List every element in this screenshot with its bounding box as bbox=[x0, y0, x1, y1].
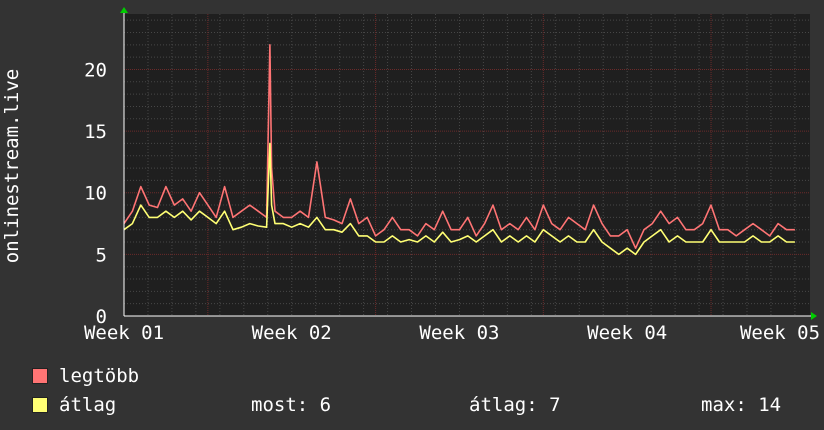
swatch-max bbox=[32, 368, 48, 384]
x-tick-label: Week 03 bbox=[419, 322, 499, 344]
x-ticks: Week 01 Week 02 Week 03 Week 04 Week 05 bbox=[84, 322, 820, 344]
y-tick-label: 5 bbox=[96, 244, 107, 266]
chart: 05101520 Week 01 Week 02 Week 03 Week 04 Wee… bbox=[1, 7, 820, 344]
stat-average: átlag: 7 bbox=[469, 394, 561, 416]
x-tick-label: Week 02 bbox=[252, 322, 332, 344]
y-tick-label: 15 bbox=[84, 121, 107, 143]
x-tick-label: Week 04 bbox=[587, 322, 667, 344]
x-tick-label: Week 05 bbox=[740, 322, 820, 344]
y-tick-label: 20 bbox=[84, 59, 107, 81]
plot-area bbox=[124, 14, 810, 316]
legend-label-max: legtöbb bbox=[59, 365, 140, 387]
x-tick-label: Week 01 bbox=[84, 322, 164, 344]
legend-row-avg: átlag most: 6 átlag: 7 max: 14 bbox=[32, 391, 812, 420]
legend: legtöbb átlag most: 6 átlag: 7 max: 14 bbox=[32, 362, 812, 420]
stat-max: max: 14 bbox=[701, 394, 782, 416]
y-axis-label: onlinestream.live bbox=[1, 69, 23, 263]
legend-row-max: legtöbb bbox=[32, 362, 812, 391]
y-tick-label: 10 bbox=[84, 183, 107, 205]
stat-current: most: 6 bbox=[251, 394, 332, 416]
legend-label-avg: átlag bbox=[59, 394, 117, 416]
y-axis-arrow bbox=[120, 7, 128, 13]
x-axis-arrow bbox=[811, 312, 817, 320]
y-ticks: 05101520 bbox=[84, 59, 107, 328]
swatch-avg bbox=[32, 397, 48, 413]
